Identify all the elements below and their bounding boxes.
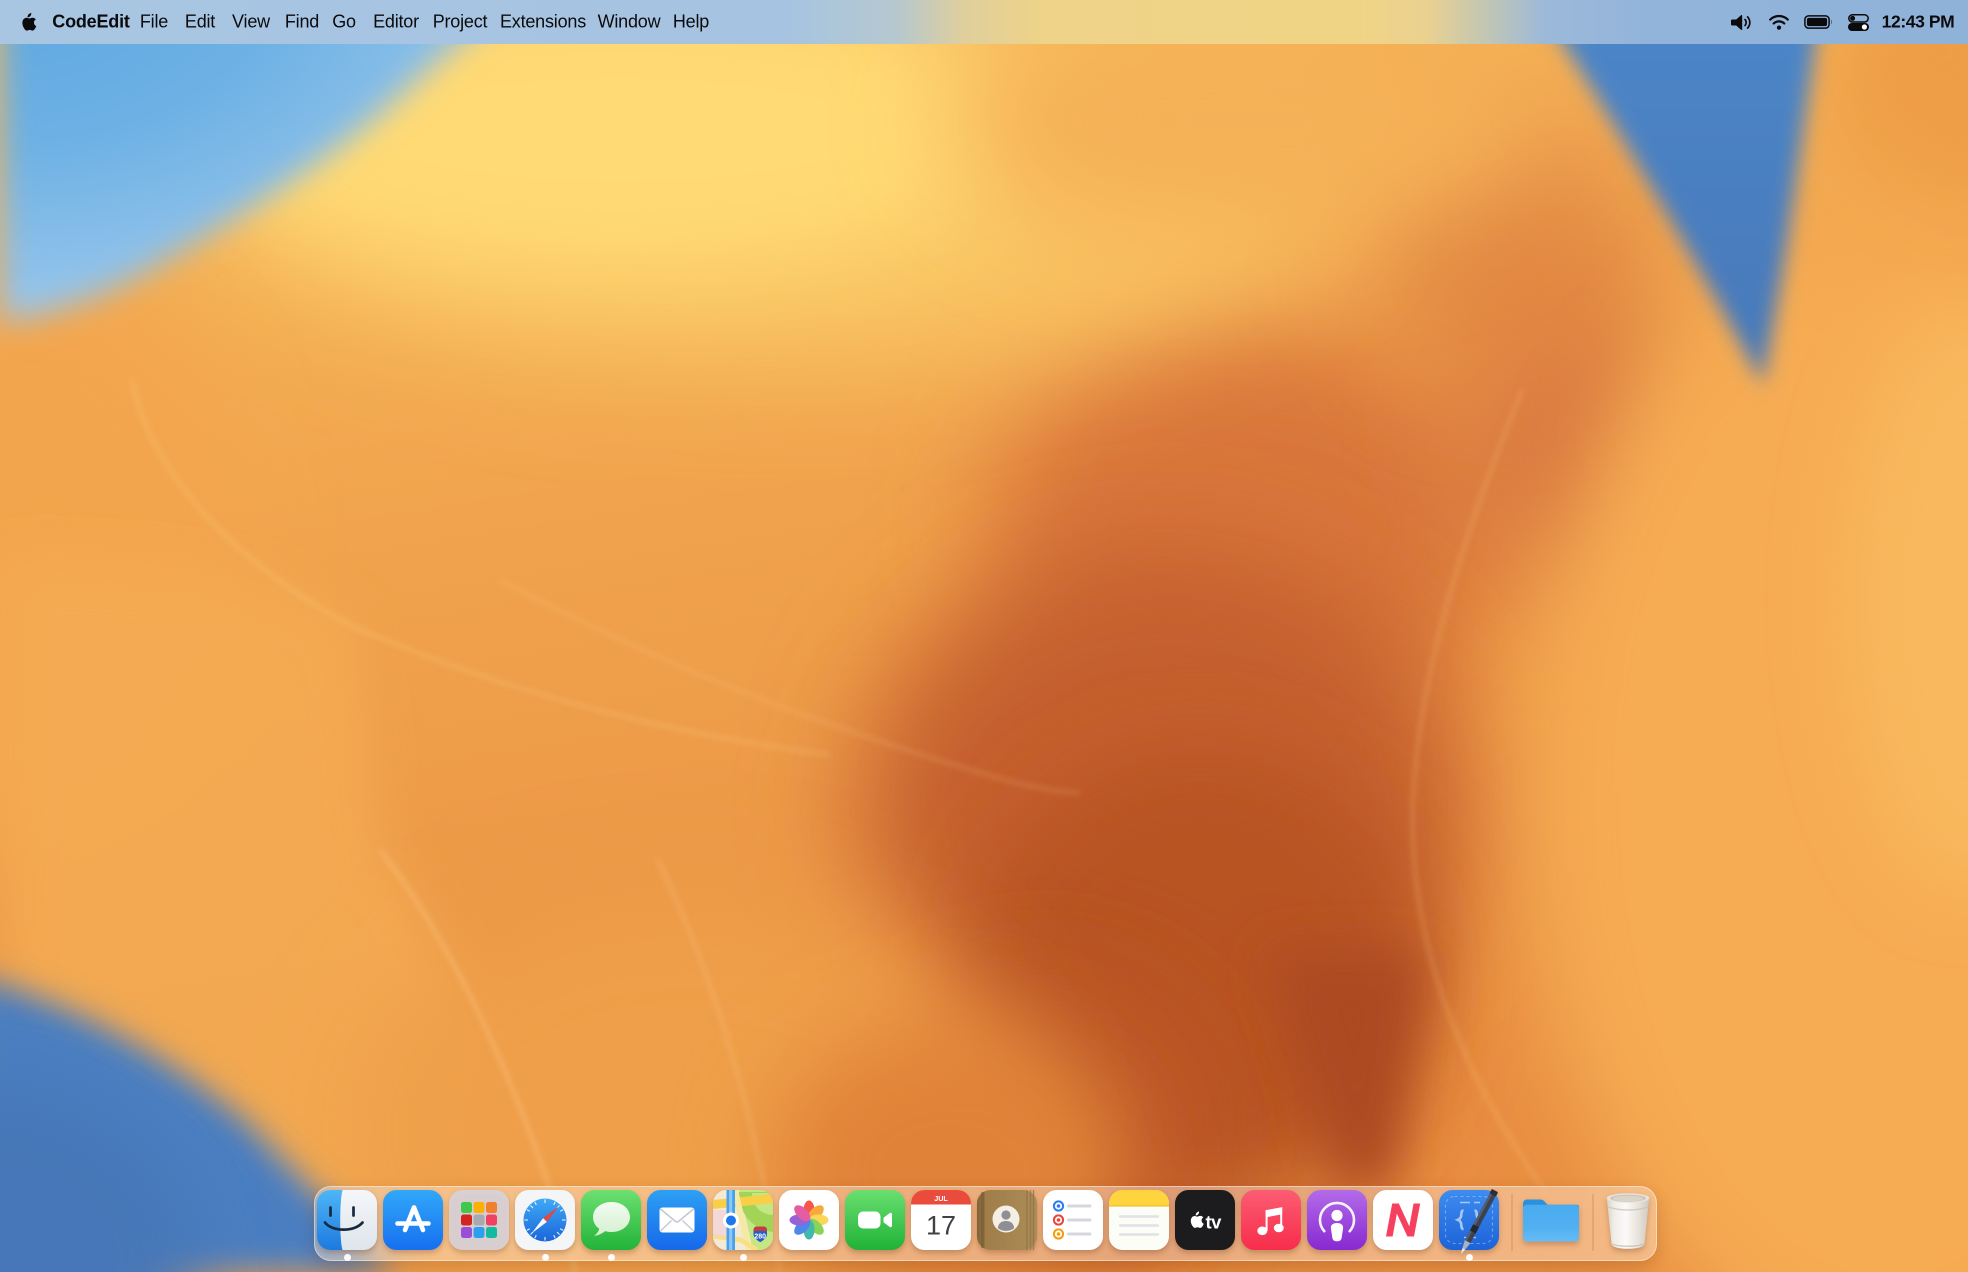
svg-text:17: 17 — [926, 1211, 956, 1241]
svg-text:JUL: JUL — [934, 1194, 948, 1203]
svg-text:tv: tv — [1206, 1212, 1223, 1233]
svg-text:280: 280 — [754, 1234, 766, 1241]
